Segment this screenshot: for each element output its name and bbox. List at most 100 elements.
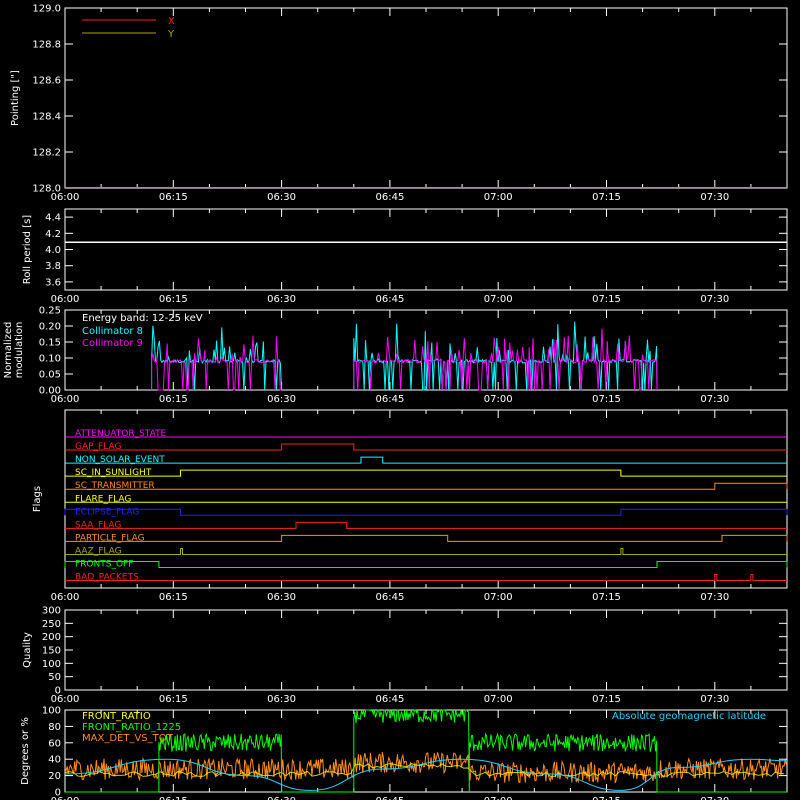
flag-trace: [65, 534, 788, 542]
quality-ytick-label: 0: [55, 686, 61, 697]
pointing-ytick-label: 128.4: [32, 112, 61, 123]
modulation-legend-label: Collimator 9: [82, 338, 143, 349]
flags-xtick-label: 06:30: [267, 592, 296, 603]
ratios-xtick-label: 07:15: [592, 796, 621, 800]
quality-ytick-label: 200: [42, 632, 61, 643]
modulation-xtick-label: 06:45: [375, 394, 404, 405]
modulation-ytick-label: 0.00: [39, 386, 61, 397]
flags-xtick-label: 06:45: [375, 592, 404, 603]
quality-ytick-label: 50: [48, 672, 61, 683]
flag-trace: [65, 443, 787, 451]
roll-ytick-label: 3.6: [45, 277, 61, 288]
pointing-ytick-label: 128.2: [32, 148, 61, 159]
modulation-legend-label: Collimator 8: [82, 326, 143, 337]
pointing-panel: 06:00 06:15 06:30 06:45 07:00 07:15 07:30128.0…: [10, 4, 788, 203]
quality-ytick-label: 150: [42, 646, 61, 657]
flag-trace: [65, 521, 787, 529]
modulation-xtick-label: 07:00: [484, 394, 513, 405]
quality-xtick-label: 06:45: [375, 694, 404, 705]
modulation-ytick-label: 0.15: [39, 338, 61, 349]
ratios-panel: 06:0006:1506:3006:4507:0007:1507:3002040…: [20, 706, 788, 800]
flag-trace: [64, 508, 788, 516]
ratios-ytick-label: 40: [48, 755, 61, 766]
pointing-ylabel: Pointing ["]: [10, 70, 21, 126]
flags-xtick-label: 07:15: [592, 592, 621, 603]
pointing-ytick-label: 128.6: [32, 76, 61, 87]
ratios-xtick-label: 06:30: [267, 796, 296, 800]
quality-ytick-label: 300: [42, 606, 61, 617]
quality-xtick-label: 07:30: [700, 694, 729, 705]
pointing-xtick-label: 06:45: [375, 192, 404, 203]
roll-panel: 06:00 06:15 06:30 06:45 07:00 07:15 07:30 3.6 3.…: [22, 208, 788, 305]
pointing-legend-label: X: [168, 16, 175, 27]
roll-xtick-label: 07:15: [592, 294, 621, 305]
ratios-ytick-label: 20: [48, 771, 61, 782]
pointing-xtick-label: 06:30: [267, 192, 296, 203]
roll-xtick-label: 06:15: [159, 294, 188, 305]
flag-trace: [65, 482, 788, 490]
modulation-ylabel: Normalized: [3, 322, 14, 379]
flags-ylabel: Flags: [32, 486, 43, 512]
ratios-right-legend-label: Absolute geomagnetic latitude: [612, 711, 766, 722]
pointing-ytick-label: 129.0: [32, 4, 61, 15]
modulation-xtick-label: 06:30: [267, 394, 296, 405]
quicklook-plot: 06:00 06:15 06:30 06:45 07:00 07:15 07:30 128.0…: [3, 4, 788, 800]
flag-trace: [65, 469, 787, 477]
pointing-legend-label: Y: [167, 29, 175, 40]
ratios-xtick-label: 07:00: [484, 796, 513, 800]
flags-xtick-label: 07:00: [484, 592, 513, 603]
roll-ytick-label: 4.0: [45, 245, 61, 256]
roll-xtick-label: 07:30: [700, 294, 729, 305]
modulation-legend-title: Energy band: 12-25 keV: [82, 313, 203, 324]
quality-xtick-label: 06:15: [159, 694, 188, 705]
modulation-ytick-label: 0.10: [39, 354, 61, 365]
modulation-ytick-label: 0.25: [39, 306, 61, 317]
quality-ylabel: Quality: [22, 632, 33, 668]
quality-ytick-label: 100: [42, 659, 61, 670]
quality-ytick-label: 250: [42, 619, 61, 630]
ratios-legend-label: MAX_DET_VS_TOT: [82, 733, 174, 744]
roll-ylabel: Roll period [s]: [22, 215, 33, 284]
quality-frame: [64, 609, 788, 691]
ratios-ytick-label: 0: [55, 788, 61, 799]
flags-xtick-label: 06:15: [159, 592, 188, 603]
roll-ytick-label: 4.2: [45, 229, 61, 240]
quality-xtick-label: 06:30: [267, 694, 296, 705]
ratios-xtick-label: 06:15: [159, 796, 188, 800]
pointing-xtick-label: 07:15: [592, 192, 621, 203]
modulation-panel: 06:00 06:15 06:30 06:45 07:00 07:15 07:300.000…: [3, 306, 788, 405]
flag-trace: [65, 547, 787, 555]
quality-xtick-label: 07:00: [484, 694, 513, 705]
ratios-ylabel: Degrees or %: [20, 717, 31, 785]
ratios-ytick-label: 100: [42, 706, 61, 717]
ratios-xtick-label: 06:45: [375, 796, 404, 800]
quality-xtick-label: 07:15: [592, 694, 621, 705]
modulation-ytick-label: 0.05: [39, 370, 61, 381]
ratios-ytick-label: 60: [48, 738, 61, 749]
pointing-xtick-label: 07:00: [484, 192, 513, 203]
modulation-ylabel: modulation: [14, 322, 25, 379]
flags-xtick-label: 06:00: [51, 592, 80, 603]
quality-panel: 06:00 06:15 06:30 06:45 07:00 07:15 07:3005010…: [22, 606, 788, 705]
pointing-ytick-label: 128.0: [32, 184, 61, 195]
modulation-xtick-label: 06:15: [159, 394, 188, 405]
modulation-ytick-label: 0.20: [39, 322, 61, 333]
modulation-series-collimator-9: [151, 328, 658, 391]
pointing-xtick-label: 07:30: [700, 192, 729, 203]
roll-xtick-label: 07:00: [484, 294, 513, 305]
flags-panel: 06:00 06:15 06:30 06:45 07:00 07:15 07:30 Flags…: [32, 409, 788, 603]
roll-xtick-label: 06:00: [51, 294, 80, 305]
roll-ytick-label: 4.4: [45, 213, 61, 224]
flag-trace: [65, 456, 787, 464]
flag-trace: [65, 574, 787, 582]
ratios-legend-label: FRONT_RATIO_1225: [82, 722, 181, 733]
ratios-xtick-label: 07:30: [700, 796, 729, 800]
modulation-xtick-label: 07:15: [592, 394, 621, 405]
modulation-xtick-label: 07:30: [700, 394, 729, 405]
ratios-legend-label: FRONT_RATIO: [82, 711, 151, 722]
ratios-ytick-label: 80: [48, 722, 61, 733]
roll-xtick-label: 06:45: [375, 294, 404, 305]
roll-frame: [64, 208, 788, 291]
pointing-ytick-label: 128.8: [32, 40, 61, 51]
pointing-xtick-label: 06:15: [159, 192, 188, 203]
